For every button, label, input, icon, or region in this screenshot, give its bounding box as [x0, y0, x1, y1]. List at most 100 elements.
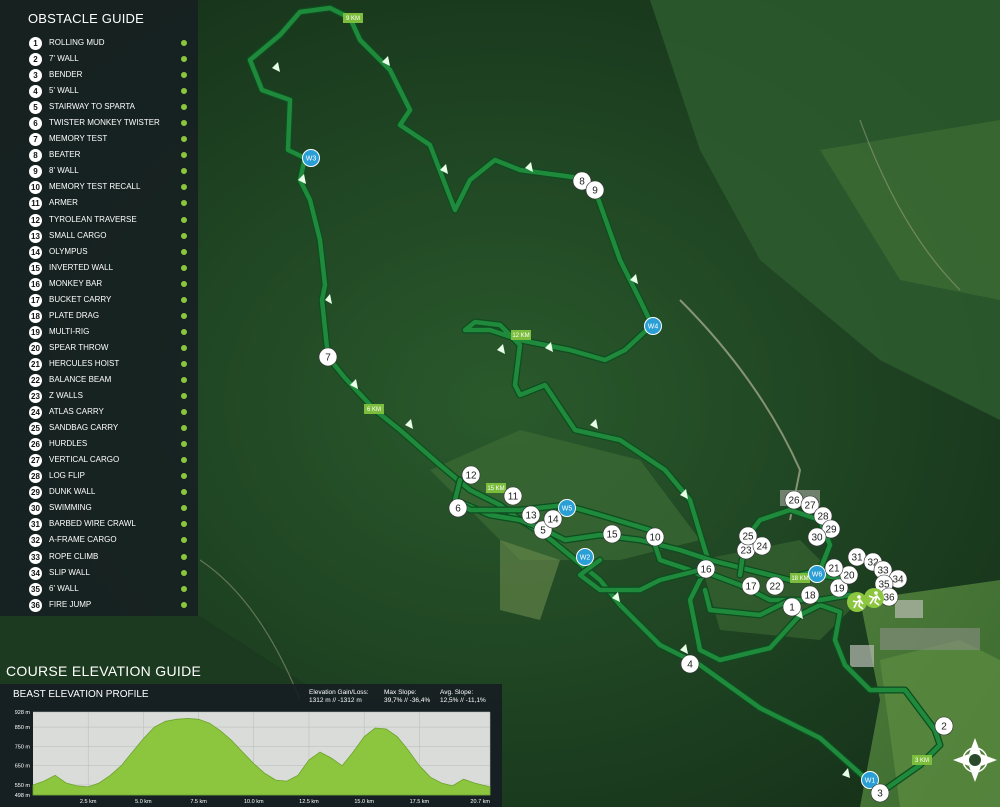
obstacle-number-badge: 30: [29, 502, 42, 516]
obstacle-label: LOG FLIP: [49, 471, 86, 481]
obstacle-number-badge: 31: [29, 518, 42, 532]
obstacle-status-dot: [181, 72, 187, 79]
obstacle-number-badge: 19: [29, 325, 42, 339]
km-marker-label: 3 KM: [915, 758, 929, 764]
obstacle-label: STAIRWAY TO SPARTA: [49, 102, 135, 112]
obstacle-marker[interactable]: 4: [680, 654, 700, 674]
obstacle-marker[interactable]: 14: [543, 509, 563, 529]
water-station-label: W1: [865, 778, 876, 785]
obstacle-label: BALANCE BEAM: [49, 374, 112, 384]
obstacle-marker[interactable]: 18: [800, 585, 820, 605]
obstacle-list-item: 12 TYROLEAN TRAVERSE: [29, 213, 194, 229]
obstacle-marker-number: 15: [606, 530, 618, 541]
obstacle-number-badge: 3: [29, 69, 42, 83]
obstacle-marker[interactable]: 12: [461, 465, 481, 485]
obstacle-marker[interactable]: 13: [521, 505, 541, 525]
obstacle-number-badge: 21: [29, 357, 42, 371]
obstacle-number-badge: 32: [29, 534, 42, 548]
obstacle-number-badge: 13: [29, 229, 42, 243]
obstacle-number-badge: 18: [29, 309, 42, 323]
obstacle-marker-number: 34: [892, 575, 904, 586]
obstacle-number-badge: 24: [29, 406, 42, 420]
obstacle-number-badge: 22: [29, 373, 42, 387]
obstacle-marker[interactable]: 21: [824, 558, 844, 578]
obstacle-label: FIRE JUMP: [49, 599, 92, 609]
obstacle-label: BENDER: [49, 70, 83, 80]
water-station-marker[interactable]: W5: [558, 499, 576, 517]
obstacle-marker[interactable]: 3: [870, 783, 890, 803]
obstacle-list-item: 19 MULTI-RIG: [29, 325, 194, 341]
water-station-label: W3: [306, 156, 317, 163]
obstacle-marker[interactable]: 7: [318, 347, 338, 367]
obstacle-marker-number: 31: [851, 553, 863, 564]
finish-runner-icon[interactable]: [864, 588, 884, 608]
obstacle-marker[interactable]: 31: [847, 547, 867, 567]
obstacle-list-item: 23 Z WALLS: [29, 389, 194, 405]
obstacle-status-dot: [181, 56, 187, 63]
obstacle-label: MULTI-RIG: [49, 326, 90, 336]
obstacle-list: 1 ROLLING MUD 2 7' WALL 3 BENDER 4 5' WALL 5 STAI…: [29, 36, 194, 614]
obstacle-marker-number: 23: [740, 546, 752, 557]
obstacle-marker-number: 7: [325, 353, 331, 364]
obstacle-marker[interactable]: 16: [696, 559, 716, 579]
obstacle-guide-panel: OBSTACLE GUIDE 1 ROLLING MUD 2 7' WALL 3 BEND…: [0, 0, 198, 616]
obstacle-list-item: 27 VERTICAL CARGO: [29, 453, 194, 469]
obstacle-status-dot: [181, 601, 187, 608]
obstacle-list-item: 16 MONKEY BAR: [29, 277, 194, 293]
km-marker: 3 KM: [912, 755, 932, 765]
obstacle-status-dot: [181, 505, 187, 512]
obstacle-marker[interactable]: 9: [585, 180, 605, 200]
obstacle-list-item: 2 7' WALL: [29, 52, 194, 68]
water-station-marker[interactable]: W2: [576, 548, 594, 566]
obstacle-marker[interactable]: 26: [784, 490, 804, 510]
water-station-marker[interactable]: W6: [808, 565, 826, 583]
obstacle-label: SLIP WALL: [49, 567, 90, 577]
obstacle-marker-number: 21: [828, 564, 840, 575]
obstacle-label: ATLAS CARRY: [49, 407, 104, 417]
obstacle-label: DUNK WALL: [49, 487, 96, 497]
obstacle-status-dot: [181, 457, 187, 464]
km-marker-label: 18 KM: [791, 576, 808, 582]
obstacle-marker[interactable]: 2: [934, 716, 954, 736]
obstacle-label: HURDLES: [49, 439, 88, 449]
obstacle-list-item: 3 BENDER: [29, 68, 194, 84]
water-station-marker[interactable]: W3: [302, 149, 320, 167]
obstacle-list-item: 17 BUCKET CARRY: [29, 293, 194, 309]
obstacle-list-item: 20 SPEAR THROW: [29, 341, 194, 357]
obstacle-marker[interactable]: 1: [782, 597, 802, 617]
obstacle-number-badge: 33: [29, 550, 42, 564]
obstacle-number-badge: 36: [29, 598, 42, 612]
obstacle-marker[interactable]: 25: [738, 526, 758, 546]
obstacle-label: TYROLEAN TRAVERSE: [49, 214, 137, 224]
obstacle-marker[interactable]: 11: [503, 486, 523, 506]
water-station-marker[interactable]: W4: [644, 317, 662, 335]
obstacle-marker-number: 36: [883, 593, 895, 604]
obstacle-list-item: 11 ARMER: [29, 196, 194, 212]
obstacle-status-dot: [181, 216, 187, 223]
obstacle-number-badge: 7: [29, 133, 42, 147]
obstacle-marker-number: 12: [465, 471, 477, 482]
obstacle-marker[interactable]: 15: [602, 524, 622, 544]
obstacle-status-dot: [181, 425, 187, 432]
obstacle-number-badge: 14: [29, 245, 42, 259]
obstacle-marker[interactable]: 30: [807, 527, 827, 547]
obstacle-label: SANDBAG CARRY: [49, 423, 119, 433]
x-tick-label: 15.0 km: [354, 799, 374, 805]
obstacle-status-dot: [181, 585, 187, 592]
obstacle-marker[interactable]: 22: [765, 576, 785, 596]
water-station-label: W2: [580, 555, 591, 562]
obstacle-label: BEATER: [49, 150, 81, 160]
obstacle-marker[interactable]: 17: [741, 576, 761, 596]
obstacle-status-dot: [181, 537, 187, 544]
obstacle-label: OLYMPUS: [49, 246, 88, 256]
obstacle-marker-number: 26: [788, 496, 800, 507]
obstacle-status-dot: [181, 264, 187, 271]
obstacle-marker-number: 4: [687, 660, 693, 671]
obstacle-number-badge: 5: [29, 101, 42, 115]
obstacle-marker[interactable]: 10: [645, 527, 665, 547]
runner-icon[interactable]: [847, 592, 867, 612]
obstacle-label: TWISTER MONKEY TWISTER: [49, 118, 160, 128]
obstacle-marker[interactable]: 6: [448, 498, 468, 518]
obstacle-marker-number: 6: [455, 504, 461, 515]
obstacle-status-dot: [181, 553, 187, 560]
